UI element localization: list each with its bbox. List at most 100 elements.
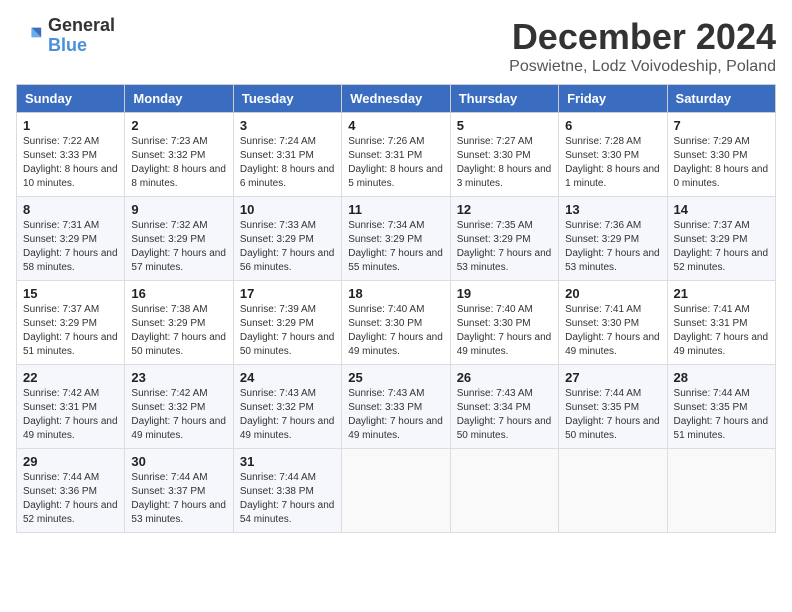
day-number: 5 — [457, 118, 552, 133]
calendar-header-monday: Monday — [125, 85, 233, 113]
day-info: Sunrise: 7:39 AMSunset: 3:29 PMDaylight:… — [240, 303, 335, 359]
calendar-header-thursday: Thursday — [450, 85, 558, 113]
day-info: Sunrise: 7:22 AMSunset: 3:33 PMDaylight:… — [23, 135, 118, 191]
calendar-header-tuesday: Tuesday — [233, 85, 341, 113]
day-info: Sunrise: 7:37 AMSunset: 3:29 PMDaylight:… — [674, 219, 769, 275]
calendar-cell: 8Sunrise: 7:31 AMSunset: 3:29 PMDaylight… — [17, 197, 125, 281]
day-info: Sunrise: 7:29 AMSunset: 3:30 PMDaylight:… — [674, 135, 769, 191]
day-info: Sunrise: 7:38 AMSunset: 3:29 PMDaylight:… — [131, 303, 226, 359]
calendar-week-row: 22Sunrise: 7:42 AMSunset: 3:31 PMDayligh… — [17, 365, 776, 449]
month-title: December 2024 — [509, 16, 776, 58]
calendar-week-row: 29 Sunrise: 7:44 AMSunset: 3:36 PMDayligh… — [17, 449, 776, 533]
calendar-cell: 1 Sunrise: 7:22 AMSunset: 3:33 PMDaylight… — [17, 113, 125, 197]
calendar-cell: 6 Sunrise: 7:28 AMSunset: 3:30 PMDaylight… — [559, 113, 667, 197]
calendar-cell: 19 Sunrise: 7:40 AMSunset: 3:30 PMDayligh… — [450, 281, 558, 365]
day-info: Sunrise: 7:41 AMSunset: 3:30 PMDaylight:… — [565, 303, 660, 359]
day-info: Sunrise: 7:26 AMSunset: 3:31 PMDaylight:… — [348, 135, 443, 191]
day-info: Sunrise: 7:36 AMSunset: 3:29 PMDaylight:… — [565, 219, 660, 275]
day-number: 20 — [565, 286, 660, 301]
day-info: Sunrise: 7:34 AMSunset: 3:29 PMDaylight:… — [348, 219, 443, 275]
calendar-cell — [559, 449, 667, 533]
calendar-cell: 12 Sunrise: 7:35 AMSunset: 3:29 PMDayligh… — [450, 197, 558, 281]
calendar-cell: 14 Sunrise: 7:37 AMSunset: 3:29 PMDayligh… — [667, 197, 775, 281]
day-number: 28 — [674, 370, 769, 385]
day-info: Sunrise: 7:40 AMSunset: 3:30 PMDaylight:… — [457, 303, 552, 359]
calendar-cell: 15 Sunrise: 7:37 AMSunset: 3:29 PMDayligh… — [17, 281, 125, 365]
calendar-cell: 5 Sunrise: 7:27 AMSunset: 3:30 PMDaylight… — [450, 113, 558, 197]
day-number: 16 — [131, 286, 226, 301]
day-number: 29 — [23, 454, 118, 469]
day-info: Sunrise: 7:43 AMSunset: 3:34 PMDaylight:… — [457, 387, 552, 443]
day-info: Sunrise: 7:42 AMSunset: 3:32 PMDaylight:… — [131, 387, 226, 443]
calendar-cell: 7 Sunrise: 7:29 AMSunset: 3:30 PMDaylight… — [667, 113, 775, 197]
day-info: Sunrise: 7:44 AMSunset: 3:35 PMDaylight:… — [674, 387, 769, 443]
day-number: 21 — [674, 286, 769, 301]
day-number: 18 — [348, 286, 443, 301]
day-info: Sunrise: 7:23 AMSunset: 3:32 PMDaylight:… — [131, 135, 226, 191]
calendar-cell: 24Sunrise: 7:43 AMSunset: 3:32 PMDayligh… — [233, 365, 341, 449]
day-number: 23 — [131, 370, 226, 385]
calendar-cell: 23 Sunrise: 7:42 AMSunset: 3:32 PMDayligh… — [125, 365, 233, 449]
calendar-cell: 31 Sunrise: 7:44 AMSunset: 3:38 PMDayligh… — [233, 449, 341, 533]
day-info: Sunrise: 7:32 AMSunset: 3:29 PMDaylight:… — [131, 219, 226, 275]
calendar-header-saturday: Saturday — [667, 85, 775, 113]
calendar-cell: 28 Sunrise: 7:44 AMSunset: 3:35 PMDayligh… — [667, 365, 775, 449]
calendar-table: SundayMondayTuesdayWednesdayThursdayFrid… — [16, 84, 776, 533]
title-area: December 2024 Poswietne, Lodz Voivodeshi… — [509, 16, 776, 76]
calendar-cell: 29 Sunrise: 7:44 AMSunset: 3:36 PMDayligh… — [17, 449, 125, 533]
calendar-cell: 2 Sunrise: 7:23 AMSunset: 3:32 PMDaylight… — [125, 113, 233, 197]
day-info: Sunrise: 7:44 AMSunset: 3:38 PMDaylight:… — [240, 471, 335, 527]
calendar-cell: 26 Sunrise: 7:43 AMSunset: 3:34 PMDayligh… — [450, 365, 558, 449]
day-number: 9 — [131, 202, 226, 217]
calendar-cell — [667, 449, 775, 533]
day-number: 7 — [674, 118, 769, 133]
day-number: 15 — [23, 286, 118, 301]
day-info: Sunrise: 7:44 AMSunset: 3:37 PMDaylight:… — [131, 471, 226, 527]
calendar-cell: 13 Sunrise: 7:36 AMSunset: 3:29 PMDayligh… — [559, 197, 667, 281]
calendar-cell: 20 Sunrise: 7:41 AMSunset: 3:30 PMDayligh… — [559, 281, 667, 365]
day-info: Sunrise: 7:42 AMSunset: 3:31 PMDaylight:… — [23, 387, 118, 443]
day-info: Sunrise: 7:27 AMSunset: 3:30 PMDaylight:… — [457, 135, 552, 191]
day-info: Sunrise: 7:40 AMSunset: 3:30 PMDaylight:… — [348, 303, 443, 359]
calendar-header-friday: Friday — [559, 85, 667, 113]
day-number: 12 — [457, 202, 552, 217]
day-number: 6 — [565, 118, 660, 133]
calendar-cell: 9 Sunrise: 7:32 AMSunset: 3:29 PMDaylight… — [125, 197, 233, 281]
calendar-cell: 11 Sunrise: 7:34 AMSunset: 3:29 PMDayligh… — [342, 197, 450, 281]
day-info: Sunrise: 7:24 AMSunset: 3:31 PMDaylight:… — [240, 135, 335, 191]
day-number: 2 — [131, 118, 226, 133]
calendar-header-sunday: Sunday — [17, 85, 125, 113]
day-info: Sunrise: 7:44 AMSunset: 3:36 PMDaylight:… — [23, 471, 118, 527]
day-number: 19 — [457, 286, 552, 301]
day-info: Sunrise: 7:28 AMSunset: 3:30 PMDaylight:… — [565, 135, 660, 191]
day-number: 13 — [565, 202, 660, 217]
day-info: Sunrise: 7:44 AMSunset: 3:35 PMDaylight:… — [565, 387, 660, 443]
logo: General Blue — [16, 16, 115, 56]
day-number: 27 — [565, 370, 660, 385]
day-info: Sunrise: 7:33 AMSunset: 3:29 PMDaylight:… — [240, 219, 335, 275]
day-number: 26 — [457, 370, 552, 385]
day-number: 4 — [348, 118, 443, 133]
day-info: Sunrise: 7:37 AMSunset: 3:29 PMDaylight:… — [23, 303, 118, 359]
calendar-week-row: 1 Sunrise: 7:22 AMSunset: 3:33 PMDaylight… — [17, 113, 776, 197]
logo-text: General Blue — [48, 16, 115, 56]
logo-general: General — [48, 16, 115, 36]
day-number: 11 — [348, 202, 443, 217]
calendar-cell: 25Sunrise: 7:43 AMSunset: 3:33 PMDayligh… — [342, 365, 450, 449]
calendar-header-row: SundayMondayTuesdayWednesdayThursdayFrid… — [17, 85, 776, 113]
day-number: 1 — [23, 118, 118, 133]
day-number: 3 — [240, 118, 335, 133]
day-info: Sunrise: 7:41 AMSunset: 3:31 PMDaylight:… — [674, 303, 769, 359]
day-number: 8 — [23, 202, 118, 217]
logo-blue: Blue — [48, 36, 115, 56]
day-number: 31 — [240, 454, 335, 469]
calendar-cell — [342, 449, 450, 533]
logo-icon — [16, 22, 44, 50]
calendar-cell: 22Sunrise: 7:42 AMSunset: 3:31 PMDayligh… — [17, 365, 125, 449]
day-info: Sunrise: 7:35 AMSunset: 3:29 PMDaylight:… — [457, 219, 552, 275]
day-number: 14 — [674, 202, 769, 217]
calendar-cell: 21 Sunrise: 7:41 AMSunset: 3:31 PMDayligh… — [667, 281, 775, 365]
calendar-week-row: 15 Sunrise: 7:37 AMSunset: 3:29 PMDayligh… — [17, 281, 776, 365]
calendar-cell: 3 Sunrise: 7:24 AMSunset: 3:31 PMDaylight… — [233, 113, 341, 197]
calendar-header-wednesday: Wednesday — [342, 85, 450, 113]
